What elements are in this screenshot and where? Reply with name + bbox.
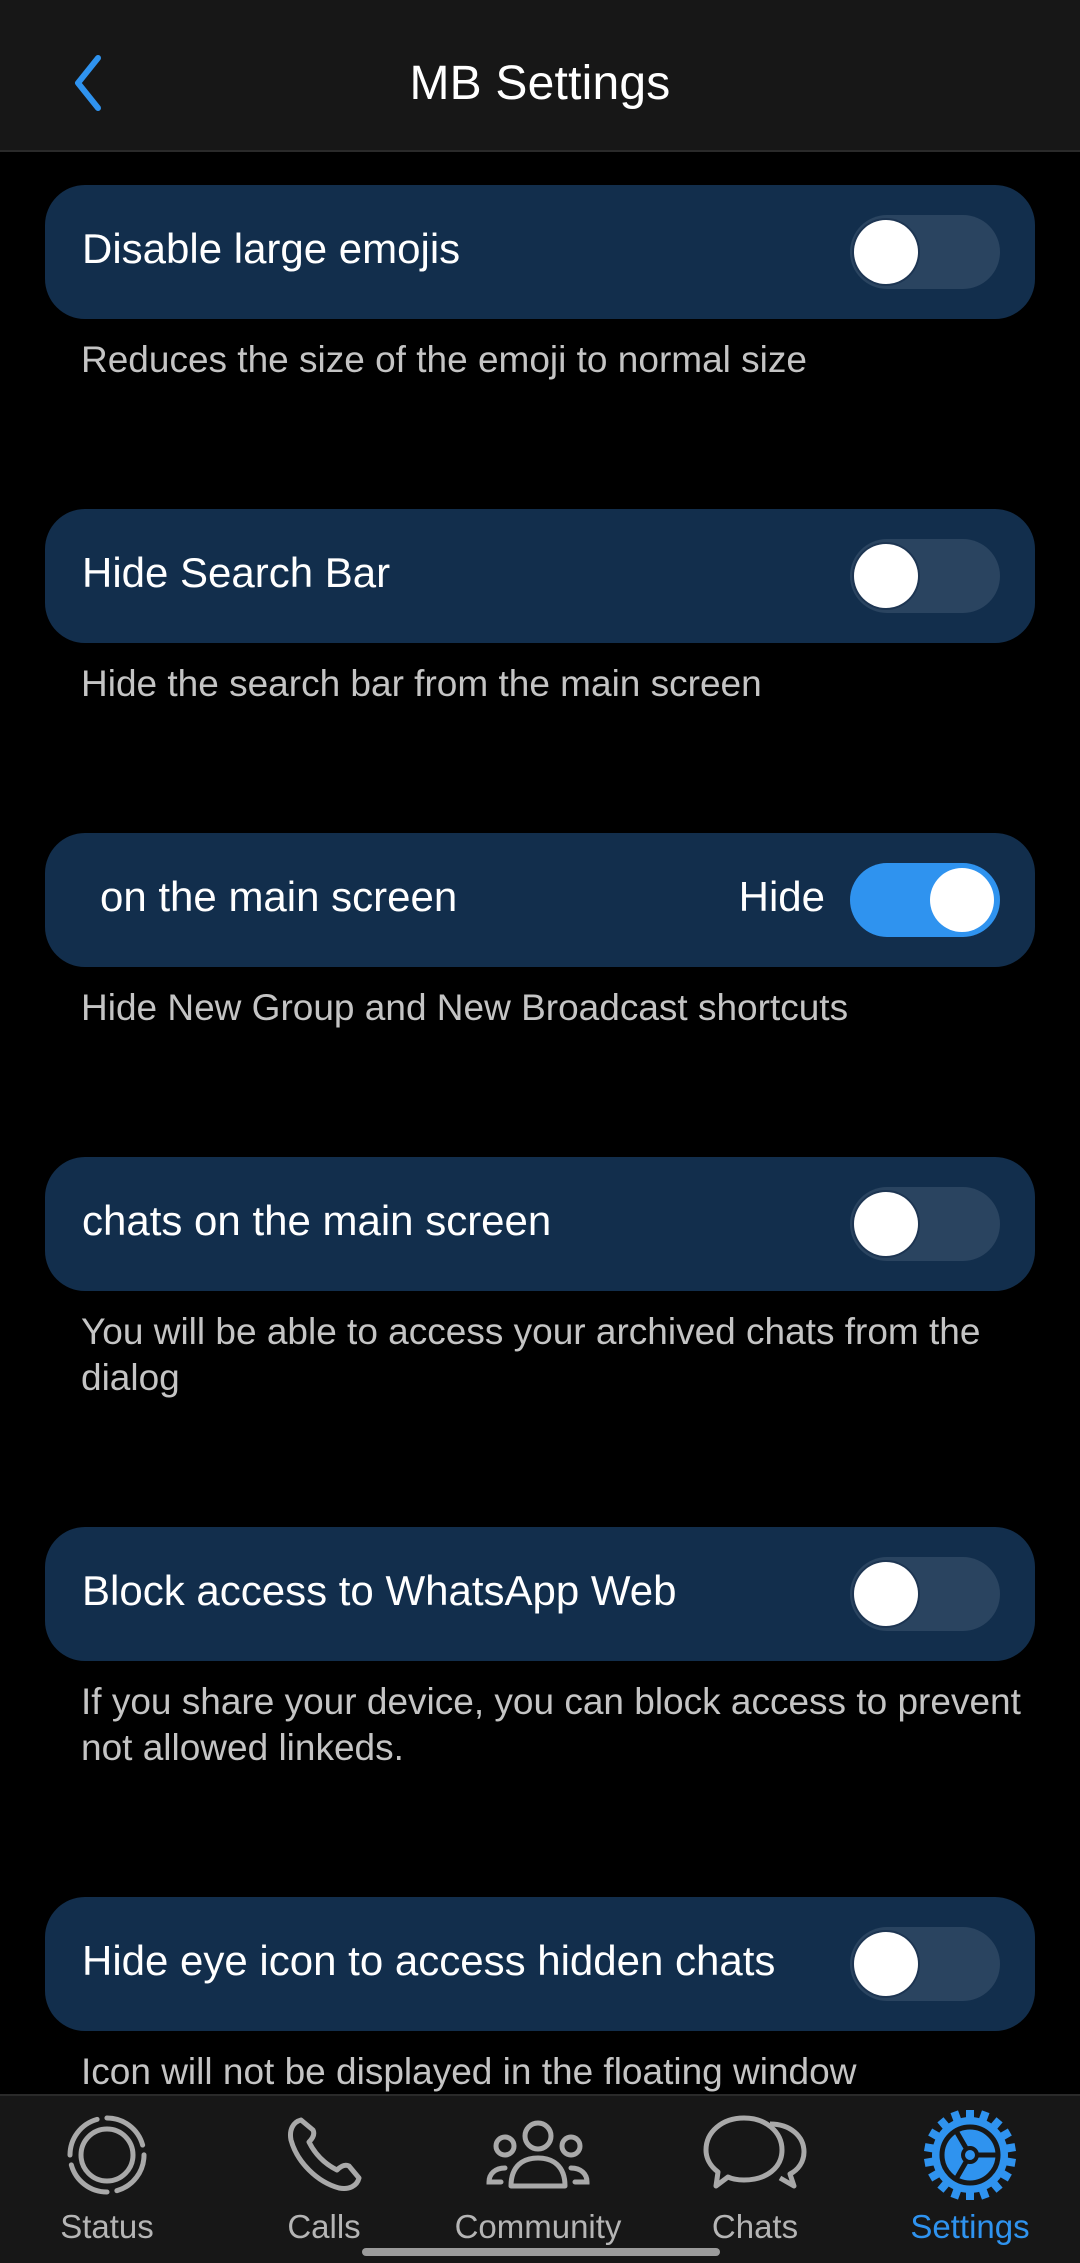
bottom-tab-bar: Status Calls Community Chats Settings	[0, 2094, 1080, 2263]
toggle-knob	[854, 220, 918, 284]
tab-settings[interactable]: Settings	[880, 2110, 1060, 2260]
setting-card[interactable]: Hide eye icon to access hidden chats	[45, 1897, 1035, 2031]
setting-title: Hide Search Bar	[82, 549, 391, 596]
setting-hide-search-bar: Hide Search Bar Hide the search bar from…	[45, 509, 1035, 707]
setting-hide-shortcuts: on the main screen Hide Hide New Group a…	[45, 833, 1035, 1031]
setting-title: Block access to WhatsApp Web	[82, 1567, 677, 1614]
setting-title: Hide eye icon to access hidden chats	[82, 1937, 776, 1984]
setting-description: Reduces the size of the emoji to normal …	[81, 339, 807, 380]
chats-icon	[703, 2115, 807, 2189]
setting-description: You will be able to access your archived…	[81, 1311, 981, 1398]
toggle-knob	[930, 868, 994, 932]
tab-label: Chats	[711, 2208, 799, 2245]
setting-description: If you share your device, you can block …	[81, 1681, 1021, 1768]
tab-label: Status	[60, 2208, 154, 2245]
setting-hide-eye-icon: Hide eye icon to access hidden chats Ico…	[45, 1897, 1035, 2095]
toggle-switch[interactable]	[850, 539, 1000, 613]
toggle-switch[interactable]	[850, 863, 1000, 937]
toggle-switch[interactable]	[850, 1187, 1000, 1261]
tab-status[interactable]: Status	[17, 2110, 197, 2260]
setting-disable-large-emojis: Disable large emojis Reduces the size of…	[45, 185, 1035, 383]
toggle-knob	[854, 1932, 918, 1996]
community-icon	[486, 2120, 590, 2189]
toggle-knob	[854, 1192, 918, 1256]
setting-description: Hide the search bar from the main screen	[81, 663, 762, 704]
tab-label: Settings	[910, 2208, 1030, 2245]
page-title: MB Settings	[409, 57, 671, 110]
setting-description: Hide New Group and New Broadcast shortcu…	[81, 987, 849, 1028]
toggle-knob	[854, 1562, 918, 1626]
setting-description: Icon will not be displayed in the floati…	[81, 2051, 857, 2092]
toggle-switch[interactable]	[850, 215, 1000, 289]
toggle-switch[interactable]	[850, 1927, 1000, 2001]
home-indicator[interactable]	[362, 2248, 720, 2256]
setting-title: chats on the main screen	[82, 1197, 552, 1244]
setting-title-marquee-tail: Hide	[738, 873, 825, 920]
gear-icon	[924, 2110, 1016, 2200]
phone-icon	[288, 2117, 362, 2191]
toggle-knob	[854, 544, 918, 608]
tab-calls[interactable]: Calls	[234, 2110, 414, 2260]
setting-title: Disable large emojis	[82, 225, 461, 272]
tab-community[interactable]: Community	[448, 2110, 628, 2260]
setting-block-whatsapp-web: Block access to WhatsApp Web If you shar…	[45, 1527, 1035, 1771]
tab-label: Calls	[287, 2208, 361, 2245]
setting-archived-chats: chats on the main screen You will be abl…	[45, 1157, 1035, 1401]
setting-card[interactable]: Block access to WhatsApp Web	[45, 1527, 1035, 1661]
app-header: MB Settings	[0, 0, 1080, 152]
setting-card[interactable]: Hide Search Bar	[45, 509, 1035, 643]
setting-card[interactable]: on the main screen Hide	[45, 833, 1035, 967]
setting-card[interactable]: Disable large emojis	[45, 185, 1035, 319]
toggle-switch[interactable]	[850, 1557, 1000, 1631]
setting-title: on the main screen	[100, 873, 458, 920]
setting-card[interactable]: chats on the main screen	[45, 1157, 1035, 1291]
tab-chats[interactable]: Chats	[665, 2110, 845, 2260]
tab-label: Community	[454, 2208, 622, 2245]
status-icon	[67, 2115, 147, 2195]
